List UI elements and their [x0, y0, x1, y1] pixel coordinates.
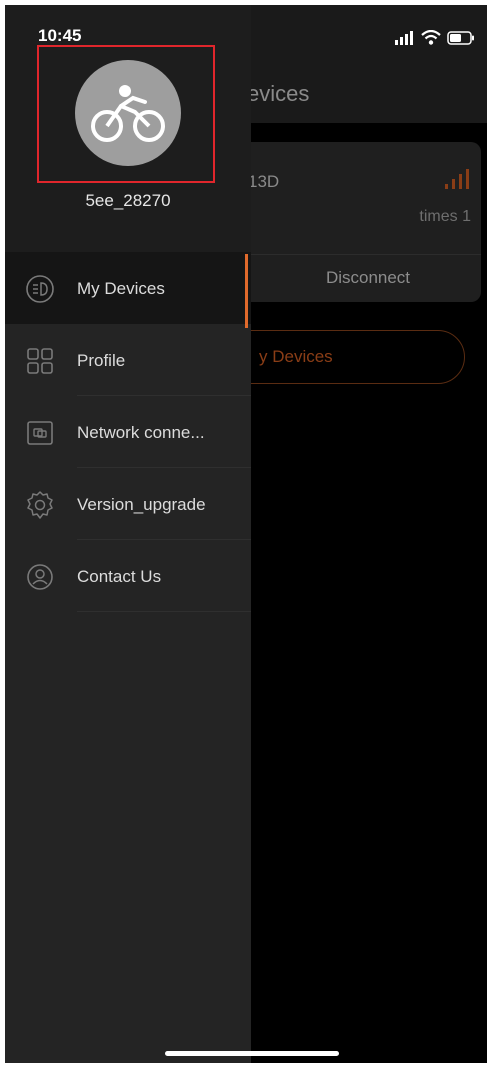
user-circle-icon	[27, 564, 53, 590]
menu-divider	[77, 611, 251, 612]
cellular-signal-icon	[395, 30, 413, 45]
menu-item-my-devices[interactable]: My Devices	[5, 252, 251, 324]
gear-icon	[27, 491, 53, 519]
menu-item-label: Contact Us	[77, 567, 162, 586]
menu-item-network-connection[interactable]: Network conne...	[5, 396, 251, 468]
menu-item-contact-us[interactable]: Contact Us	[5, 540, 251, 612]
headlight-icon	[26, 275, 54, 303]
menu-item-label: Network conne...	[77, 423, 205, 442]
device-card[interactable]: 13D times 1 Disconnect	[215, 142, 481, 302]
home-indicator[interactable]	[165, 1051, 339, 1056]
drawer-header: 10:45 5ee_28270	[5, 5, 251, 252]
phone-screen: evices 13D times 1 Disconnect y Devices …	[5, 5, 487, 1063]
signal-strength-icon	[445, 169, 469, 189]
menu-item-profile[interactable]: Profile	[5, 324, 251, 396]
grid-icon	[27, 348, 53, 374]
drawer-menu: My Devices Profile Network conne... Vers…	[5, 252, 251, 612]
menu-item-version-upgrade[interactable]: Version_upgrade	[5, 468, 251, 540]
device-name: 13D	[248, 172, 280, 191]
wifi-icon	[421, 30, 441, 45]
battery-icon	[447, 30, 474, 45]
add-devices-label: y Devices	[259, 347, 333, 366]
network-card-icon	[27, 421, 53, 445]
menu-item-label: My Devices	[77, 279, 165, 298]
status-icons	[395, 30, 475, 45]
avatar-highlight-box	[37, 45, 215, 183]
disconnect-button[interactable]: Disconnect	[255, 254, 481, 302]
username: 5ee_28270	[85, 191, 171, 210]
active-indicator	[245, 254, 248, 328]
menu-item-label: Profile	[77, 351, 126, 370]
menu-item-label: Version_upgrade	[77, 495, 206, 514]
connection-times: times 1	[419, 208, 471, 225]
page-title: evices	[247, 81, 310, 106]
navigation-drawer: 10:45 5ee_28270 My Devices Profile Netwo…	[5, 5, 251, 1063]
status-time: 10:45	[38, 26, 82, 45]
